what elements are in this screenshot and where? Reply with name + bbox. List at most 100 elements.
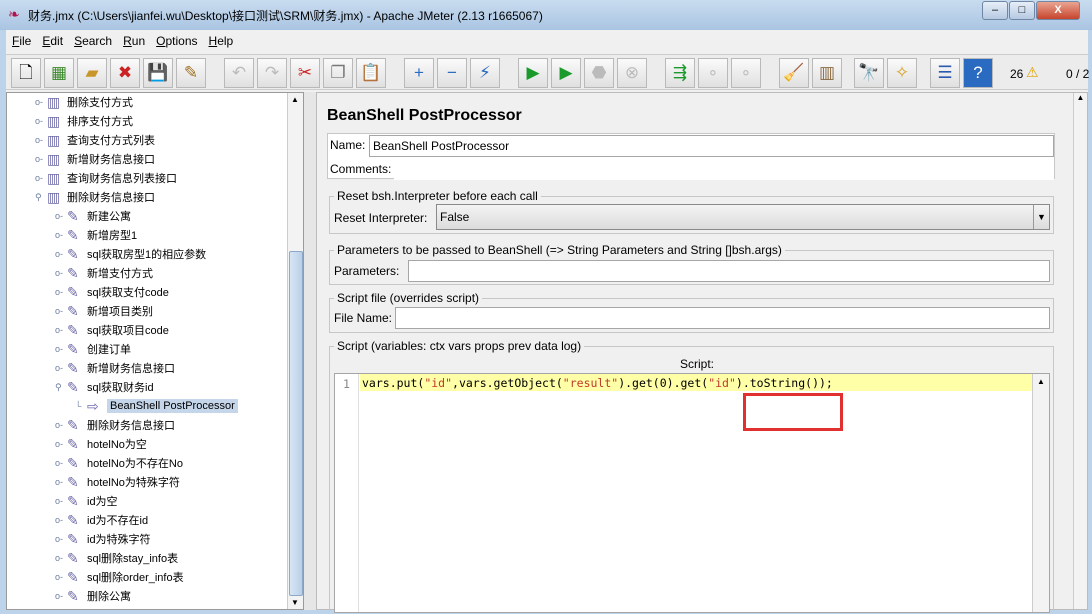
tree-toggle-icon[interactable]: o- xyxy=(55,344,67,354)
tree-node[interactable]: o- ✎ 新增项目类别 xyxy=(55,302,153,320)
tree-node[interactable]: o- ✎ sql删除order_info表 xyxy=(55,568,184,586)
tree-toggle-icon[interactable]: o- xyxy=(55,325,67,335)
tree-node[interactable]: o- ✎ 创建订单 xyxy=(55,340,131,358)
tree-toggle-icon[interactable]: o- xyxy=(55,268,67,278)
redo-icon[interactable]: ↷ xyxy=(257,58,287,88)
tree-node[interactable]: o- ▥ 排序支付方式 xyxy=(35,112,133,130)
reset-interpreter-select[interactable]: False ▼ xyxy=(436,204,1050,230)
clear-all-icon[interactable]: ▥ xyxy=(812,58,842,88)
tree-node[interactable]: o- ✎ 新增财务信息接口 xyxy=(55,359,175,377)
tree-node[interactable]: o- ✎ id为特殊字符 xyxy=(55,530,151,548)
remote-stop-icon[interactable]: ∘ xyxy=(698,58,728,88)
open-icon[interactable]: ▰ xyxy=(77,58,107,88)
code-line[interactable]: vars.put("id",vars.getObject("result").g… xyxy=(362,376,833,390)
tree-toggle-icon[interactable]: o- xyxy=(55,230,67,240)
menu-run[interactable]: Run xyxy=(117,30,150,52)
tree-node[interactable]: o- ✎ 删除财务信息接口 xyxy=(55,416,175,434)
expand-icon[interactable]: + xyxy=(404,58,434,88)
name-input[interactable]: BeanShell PostProcessor xyxy=(369,135,1054,157)
tree-toggle-icon[interactable]: ⚲ xyxy=(55,382,67,393)
function-helper-icon[interactable]: ☰ xyxy=(930,58,960,88)
tree-node[interactable]: ⚲ ✎ sql获取财务id xyxy=(55,378,154,396)
tree-toggle-icon[interactable]: o- xyxy=(55,572,67,582)
scroll-up-icon[interactable]: ▲ xyxy=(1033,377,1049,386)
tree-node[interactable]: o- ✎ sql获取房型1的相应参数 xyxy=(55,245,206,263)
close-file-icon[interactable]: ✖ xyxy=(110,58,140,88)
tree-node[interactable]: o- ▥ 删除支付方式 xyxy=(35,93,133,111)
help-icon[interactable]: ? xyxy=(963,58,993,88)
split-pane-divider[interactable] xyxy=(304,92,316,610)
reset-search-icon[interactable]: ✧ xyxy=(887,58,917,88)
scroll-down-icon[interactable]: ▼ xyxy=(291,598,299,607)
cut-icon[interactable]: ✂ xyxy=(290,58,320,88)
menu-file[interactable]: File xyxy=(6,30,36,52)
tree-toggle-icon[interactable]: o- xyxy=(55,249,67,259)
tree-node[interactable]: o- ✎ hotelNo为特殊字符 xyxy=(55,473,180,491)
tree-toggle-icon[interactable]: o- xyxy=(55,363,67,373)
tree-toggle-icon[interactable]: o- xyxy=(55,458,67,468)
search-icon[interactable]: 🔭 xyxy=(854,58,884,88)
minimize-button[interactable]: – xyxy=(982,1,1008,20)
tree-toggle-icon[interactable]: o- xyxy=(35,154,47,164)
menu-help[interactable]: Help xyxy=(203,30,239,52)
tree-toggle-icon[interactable]: o- xyxy=(35,97,47,107)
new-icon[interactable]: 🗋 xyxy=(11,58,41,88)
tree-toggle-icon[interactable]: o- xyxy=(55,591,67,601)
scroll-up-icon[interactable]: ▲ xyxy=(291,95,299,104)
tree-toggle-icon[interactable]: o- xyxy=(55,420,67,430)
tree-node[interactable]: └ ⇨ BeanShell PostProcessor xyxy=(75,397,238,415)
tree-node[interactable]: o- ▥ 新增财务信息接口 xyxy=(35,150,155,168)
remote-shutdown-icon[interactable]: ∘ xyxy=(731,58,761,88)
tree-node[interactable]: o- ✎ id为不存在id xyxy=(55,511,148,529)
menu-options[interactable]: Options xyxy=(150,30,202,52)
tree-toggle-icon[interactable]: o- xyxy=(55,553,67,563)
shutdown-icon[interactable]: ⊗ xyxy=(617,58,647,88)
tree-toggle-icon[interactable]: o- xyxy=(55,496,67,506)
file-name-input[interactable] xyxy=(395,307,1050,329)
script-scrollbar[interactable]: ▲ xyxy=(1032,374,1049,612)
save-icon[interactable]: 💾 xyxy=(143,58,173,88)
parameters-input[interactable] xyxy=(408,260,1050,282)
comments-input[interactable] xyxy=(394,158,1054,180)
toggle-icon[interactable]: ⚡ xyxy=(470,58,500,88)
tree-node[interactable]: o- ▥ 查询财务信息列表接口 xyxy=(35,169,177,187)
tree-toggle-icon[interactable]: o- xyxy=(35,173,47,183)
start-no-pauses-icon[interactable]: ▶ xyxy=(551,58,581,88)
templates-icon[interactable]: ▦ xyxy=(44,58,74,88)
tree-node[interactable]: o- ✎ 新增房型1 xyxy=(55,226,137,244)
tree-toggle-icon[interactable]: o- xyxy=(55,287,67,297)
start-icon[interactable]: ▶ xyxy=(518,58,548,88)
copy-icon[interactable]: ❐ xyxy=(323,58,353,88)
tree-toggle-icon[interactable]: o- xyxy=(55,211,67,221)
panel-scrollbar[interactable]: ▲ xyxy=(1073,93,1087,609)
script-editor[interactable]: 1 vars.put("id",vars.getObject("result")… xyxy=(334,373,1050,613)
tree-node[interactable]: o- ✎ sql删除stay_info表 xyxy=(55,549,178,567)
tree-toggle-icon[interactable]: o- xyxy=(55,439,67,449)
tree-toggle-icon[interactable]: o- xyxy=(55,515,67,525)
tree-toggle-icon[interactable]: o- xyxy=(35,135,47,145)
tree-node[interactable]: o- ✎ hotelNo为空 xyxy=(55,435,147,453)
save-screenshot-icon[interactable]: ✎ xyxy=(176,58,206,88)
undo-icon[interactable]: ↶ xyxy=(224,58,254,88)
tree-node[interactable]: ⚲ ▥ 删除财务信息接口 xyxy=(35,188,155,206)
stop-icon[interactable]: ⬣ xyxy=(584,58,614,88)
tree-node[interactable]: o- ✎ sql获取项目code xyxy=(55,321,169,339)
tree-node[interactable]: o- ✎ sql获取支付code xyxy=(55,283,169,301)
tree-scrollbar[interactable]: ▲ ▼ xyxy=(287,93,303,609)
tree-node[interactable]: o- ✎ 删除公寓 xyxy=(55,587,131,605)
remote-start-icon[interactable]: ⇶ xyxy=(665,58,695,88)
tree-scroll-thumb[interactable] xyxy=(289,251,303,596)
clear-icon[interactable]: 🧹 xyxy=(779,58,809,88)
chevron-down-icon[interactable]: ▼ xyxy=(1033,205,1049,229)
menu-search[interactable]: Search xyxy=(68,30,117,52)
tree-node[interactable]: o- ✎ 新增支付方式 xyxy=(55,264,153,282)
tree-node[interactable]: o- ✎ id为空 xyxy=(55,492,118,510)
close-button[interactable]: X xyxy=(1036,1,1080,20)
tree-toggle-icon[interactable]: o- xyxy=(35,116,47,126)
scroll-up-icon[interactable]: ▲ xyxy=(1074,93,1087,102)
tree-toggle-icon[interactable]: ⚲ xyxy=(35,192,47,203)
tree-toggle-icon[interactable]: o- xyxy=(55,306,67,316)
tree-toggle-icon[interactable]: o- xyxy=(55,534,67,544)
maximize-button[interactable]: □ xyxy=(1009,1,1035,20)
menu-edit[interactable]: Edit xyxy=(36,30,68,52)
